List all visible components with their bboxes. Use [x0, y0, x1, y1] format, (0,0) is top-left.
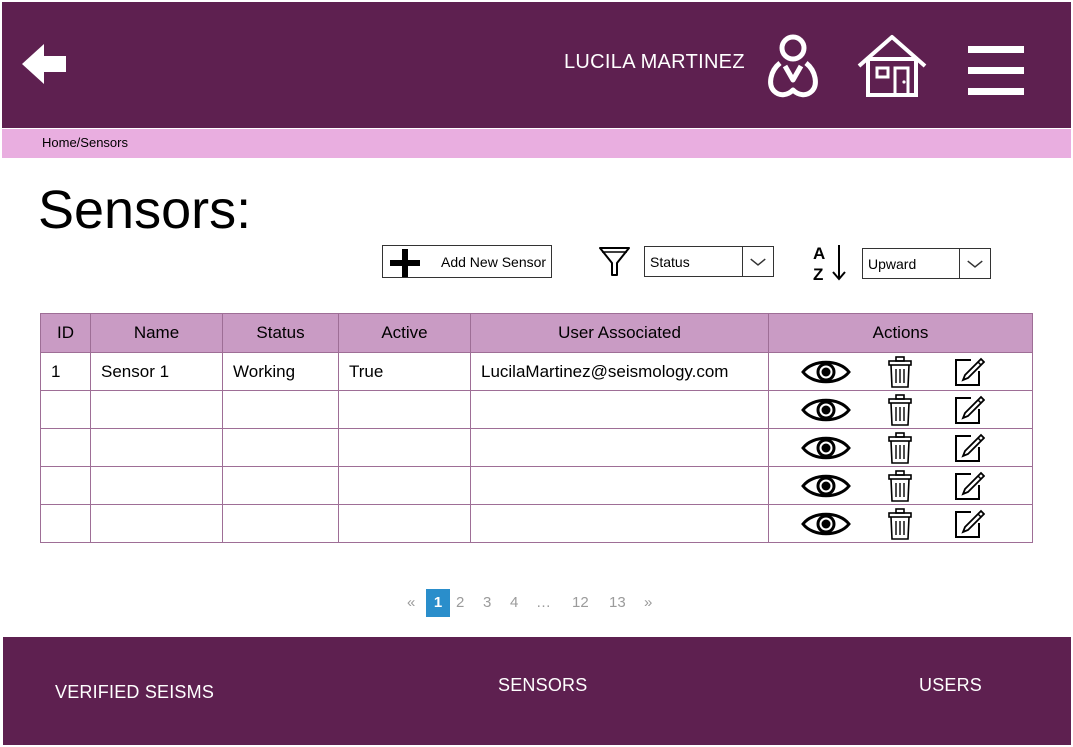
delete-trash-icon[interactable] — [887, 508, 913, 545]
cell-actions — [768, 390, 1033, 431]
column-header-id[interactable]: ID — [40, 313, 91, 353]
breadcrumb[interactable]: Home/Sensors — [42, 135, 128, 150]
view-eye-icon[interactable] — [801, 396, 851, 429]
delete-trash-icon[interactable] — [887, 356, 913, 393]
user-profile-icon[interactable] — [766, 33, 820, 99]
view-eye-icon[interactable] — [801, 434, 851, 467]
cell-user — [470, 504, 769, 543]
cell-id — [40, 428, 91, 467]
cell-actions — [768, 466, 1033, 507]
column-header-actions: Actions — [768, 313, 1033, 353]
status-filter-value: Status — [650, 254, 690, 270]
cell-actions — [768, 504, 1033, 545]
chevron-down-icon — [742, 247, 766, 276]
home-icon[interactable] — [855, 33, 929, 99]
pager-prev[interactable]: « — [407, 589, 415, 617]
sort-az-icon[interactable]: A Z — [811, 242, 849, 282]
cell-status — [222, 504, 339, 543]
edit-pencil-icon[interactable] — [953, 395, 986, 430]
add-sensor-label: Add New Sensor — [441, 254, 547, 270]
cell-id: 1 — [40, 352, 91, 391]
breadcrumb-bar — [2, 129, 1071, 158]
table-row — [40, 504, 1033, 545]
delete-trash-icon[interactable] — [887, 470, 913, 507]
nav-verified-seisms[interactable]: VERIFIED SEISMS — [55, 682, 214, 703]
table-row — [40, 390, 1033, 431]
delete-trash-icon[interactable] — [887, 432, 913, 469]
chevron-down-icon — [959, 249, 983, 278]
filter-funnel-icon[interactable] — [597, 245, 632, 278]
table-row — [40, 466, 1033, 507]
pager-next[interactable]: » — [644, 589, 652, 617]
cell-active — [338, 428, 471, 467]
edit-pencil-icon[interactable] — [953, 357, 986, 392]
view-eye-icon[interactable] — [801, 358, 851, 391]
sort-order-select[interactable]: Upward — [862, 248, 991, 279]
user-name: LUCILA MARTINEZ — [564, 51, 745, 73]
page-title: Sensors: — [38, 180, 252, 240]
cell-active: True — [338, 352, 471, 391]
delete-trash-icon[interactable] — [887, 394, 913, 431]
cell-status: Working — [222, 352, 339, 391]
pager-page[interactable]: 13 — [609, 589, 626, 617]
pager-ellipsis: … — [536, 594, 551, 611]
cell-actions — [768, 352, 1033, 393]
cell-id — [40, 504, 91, 543]
back-arrow-icon[interactable] — [20, 42, 70, 86]
pager-page[interactable]: 4 — [510, 589, 518, 617]
plus-icon — [390, 249, 420, 277]
add-sensor-button[interactable]: Add New Sensor — [382, 245, 552, 278]
cell-actions — [768, 428, 1033, 469]
cell-user — [470, 390, 769, 429]
cell-user: LucilaMartinez@seismology.com — [470, 352, 769, 391]
pager-page[interactable]: 12 — [572, 589, 589, 617]
pager-page[interactable]: 1 — [426, 589, 450, 617]
edit-pencil-icon[interactable] — [953, 509, 986, 544]
view-eye-icon[interactable] — [801, 510, 851, 543]
cell-name — [90, 504, 223, 543]
sort-order-value: Upward — [868, 256, 917, 272]
cell-user — [470, 466, 769, 505]
cell-name — [90, 390, 223, 429]
cell-active — [338, 466, 471, 505]
cell-name: Sensor 1 — [90, 352, 223, 391]
sensors-table: ID Name Status Active User Associated Ac… — [40, 313, 1033, 543]
cell-name — [90, 428, 223, 467]
pager-page[interactable]: 3 — [483, 589, 491, 617]
cell-id — [40, 390, 91, 429]
cell-status — [222, 390, 339, 429]
cell-id — [40, 466, 91, 505]
cell-name — [90, 466, 223, 505]
table-row: 1 Sensor 1 Working True LucilaMartinez@seism… — [40, 352, 1033, 393]
cell-status — [222, 466, 339, 505]
table-row — [40, 428, 1033, 469]
edit-pencil-icon[interactable] — [953, 471, 986, 506]
column-header-active[interactable]: Active — [338, 313, 471, 353]
footer-nav: VERIFIED SEISMS SENSORS USERS — [3, 637, 1071, 745]
status-filter-select[interactable]: Status — [644, 246, 774, 277]
nav-sensors[interactable]: SENSORS — [498, 675, 587, 696]
svg-text:Z: Z — [813, 265, 823, 282]
nav-users[interactable]: USERS — [919, 675, 982, 696]
view-eye-icon[interactable] — [801, 472, 851, 505]
menu-icon[interactable] — [966, 44, 1026, 96]
cell-status — [222, 428, 339, 467]
pager-page[interactable]: 2 — [456, 589, 464, 617]
column-header-user[interactable]: User Associated — [470, 313, 769, 353]
svg-text:A: A — [813, 244, 825, 263]
cell-active — [338, 390, 471, 429]
column-header-name[interactable]: Name — [90, 313, 223, 353]
cell-user — [470, 428, 769, 467]
table-header-row: ID Name Status Active User Associated Ac… — [40, 313, 1033, 353]
cell-active — [338, 504, 471, 543]
column-header-status[interactable]: Status — [222, 313, 339, 353]
edit-pencil-icon[interactable] — [953, 433, 986, 468]
